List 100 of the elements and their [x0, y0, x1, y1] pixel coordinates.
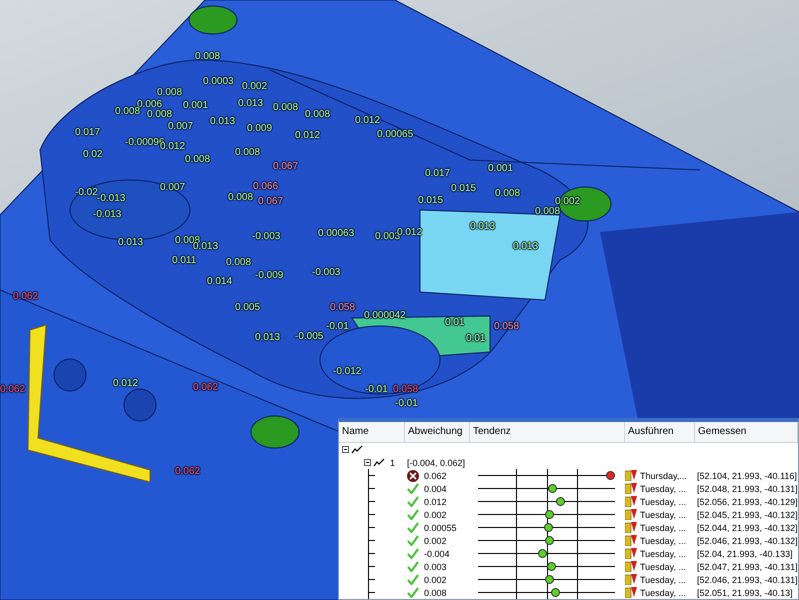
measured-coordinates: [52.04, 21.993, -40.133] [696, 548, 794, 558]
run-icon[interactable] [625, 496, 637, 507]
measurement-label: 0.001 [488, 163, 514, 175]
column-header[interactable]: Ausführen [625, 422, 695, 442]
measurement-label: 0.066 [253, 181, 278, 193]
measurement-label: -0.01 [365, 384, 388, 396]
measurement-label: 0.0003 [203, 76, 234, 88]
deviation-value: -0.004 [424, 548, 450, 558]
measurement-label: -0.013 [97, 193, 126, 205]
run-icon[interactable] [625, 561, 637, 572]
measurement-label: 0.067 [258, 196, 284, 208]
measurement-label: 0.013 [118, 237, 144, 249]
measurement-label: 0.001 [183, 100, 208, 112]
measurement-label: 0.008 [195, 51, 220, 63]
tree-item-label[interactable]: 1 [390, 458, 396, 468]
run-icon[interactable] [625, 522, 637, 533]
execution-date: Tuesday, ... [640, 588, 686, 598]
measured-coordinates: [52.046, 21.993, -40.132] [696, 536, 798, 546]
measurement-label: 0.008 [226, 257, 252, 269]
execution-date: Tuesday, ... [640, 510, 686, 520]
execution-date: Tuesday, ... [640, 496, 686, 506]
measurement-label: 0.011 [172, 255, 196, 267]
execution-date: Tuesday, ... [640, 536, 686, 546]
measured-coordinates: [52.045, 21.993, -40.132] [696, 510, 798, 520]
measurement-label: -0.01 [326, 321, 349, 333]
measurement-label: -0.003 [312, 267, 340, 279]
measurement-label: -0.003 [252, 231, 280, 243]
execution-date: Thursday,... [640, 470, 687, 480]
measurement-label: 0.015 [451, 183, 476, 195]
measurement-label: 0.008 [147, 109, 172, 121]
measurement-label: 0.013 [210, 116, 236, 128]
column-header[interactable]: Abweichung [405, 422, 470, 442]
execution-date: Tuesday, ... [640, 562, 686, 572]
deviation-value: 0.002 [424, 536, 447, 546]
deviation-value: 0.003 [424, 562, 447, 572]
measurement-label: 0.008 [495, 188, 520, 200]
measurement-label: 0.005 [235, 302, 260, 314]
measured-coordinates: [52.104, 21.993, -40.116] [696, 470, 798, 480]
measurement-label: -0.009 [255, 270, 284, 282]
measured-coordinates: [52.056, 21.993, -40.129] [696, 496, 798, 506]
run-icon[interactable] [625, 548, 637, 559]
execution-date: Tuesday, ... [640, 574, 686, 584]
measurement-label: 0.008 [305, 109, 330, 121]
measurement-label: 0.062 [175, 466, 200, 478]
column-header[interactable]: Name [339, 422, 405, 442]
collapse-icon[interactable] [342, 446, 349, 453]
measurement-label: 0.007 [168, 121, 194, 133]
measurement-label: 0.062 [193, 382, 218, 394]
measurement-label: 0.008 [235, 147, 260, 159]
run-icon[interactable] [625, 535, 637, 546]
run-icon[interactable] [625, 470, 637, 481]
execution-date: Tuesday, ... [640, 484, 686, 494]
measurement-label: 0.012 [295, 130, 320, 142]
measured-coordinates: [52.048, 21.993, -40.131] [696, 484, 798, 494]
run-icon[interactable] [625, 483, 637, 494]
execution-date: Tuesday, ... [640, 522, 686, 532]
measurement-label: 0.008 [228, 192, 254, 204]
measurement-label: 0.067 [273, 161, 298, 173]
measurement-label: 0.008 [185, 154, 210, 166]
measurement-label: 0.012 [355, 115, 380, 127]
measured-coordinates: [52.046, 21.993, -40.131] [696, 574, 798, 584]
measurement-label: 0.058 [494, 321, 520, 333]
measurement-label: 0.008 [535, 206, 560, 218]
deviation-value: 0.002 [424, 510, 447, 520]
measurement-label: -0.005 [295, 331, 324, 343]
run-icon[interactable] [625, 509, 637, 520]
measurement-label: 0.02 [83, 149, 102, 161]
measurement-label: 0.015 [418, 195, 444, 207]
deviation-value: 0.062 [424, 470, 447, 480]
measurement-label: 0.017 [75, 127, 100, 139]
measured-coordinates: [52.051, 21.993, -40.13] [696, 588, 794, 598]
measurement-label: -0.013 [93, 209, 122, 221]
column-header[interactable]: Gemessen [695, 422, 798, 442]
measurement-label: -0.01 [395, 398, 418, 410]
measurement-label: 0.002 [242, 81, 268, 93]
measurement-label: 0.013 [513, 241, 538, 253]
measurement-label: 0.014 [207, 276, 232, 288]
measurement-label: 0.013 [470, 221, 496, 233]
measurement-label: 0.062 [0, 384, 26, 396]
run-icon[interactable] [625, 587, 637, 598]
measurement-label: 0.008 [157, 87, 182, 99]
deviation-value: 0.004 [424, 484, 447, 494]
measured-coordinates: [52.044, 21.993, -40.132] [696, 522, 798, 532]
collapse-icon[interactable] [364, 459, 371, 466]
deviation-value: 0.012 [424, 496, 447, 506]
measurement-label: 0.01 [445, 317, 464, 329]
measurement-label: 0.00063 [318, 228, 354, 240]
measurement-label: 0.058 [393, 384, 418, 396]
deviation-range: [-0.004, 0.062] [407, 458, 466, 468]
measurement-label: 0.008 [273, 102, 298, 114]
execution-date: Tuesday, ... [640, 548, 686, 558]
trend-line-icon [351, 445, 363, 454]
measurement-label: 0.012 [113, 378, 138, 390]
measured-coordinates: [52.047, 21.993, -40.131] [696, 562, 798, 572]
measurement-label: 0.01 [466, 333, 486, 345]
column-header[interactable]: Tendenz [470, 422, 625, 442]
measurement-label: 0.017 [425, 168, 450, 180]
measurement-label: 0.009 [247, 123, 272, 135]
run-icon[interactable] [625, 574, 637, 585]
measurement-label: 0.013 [193, 241, 218, 253]
